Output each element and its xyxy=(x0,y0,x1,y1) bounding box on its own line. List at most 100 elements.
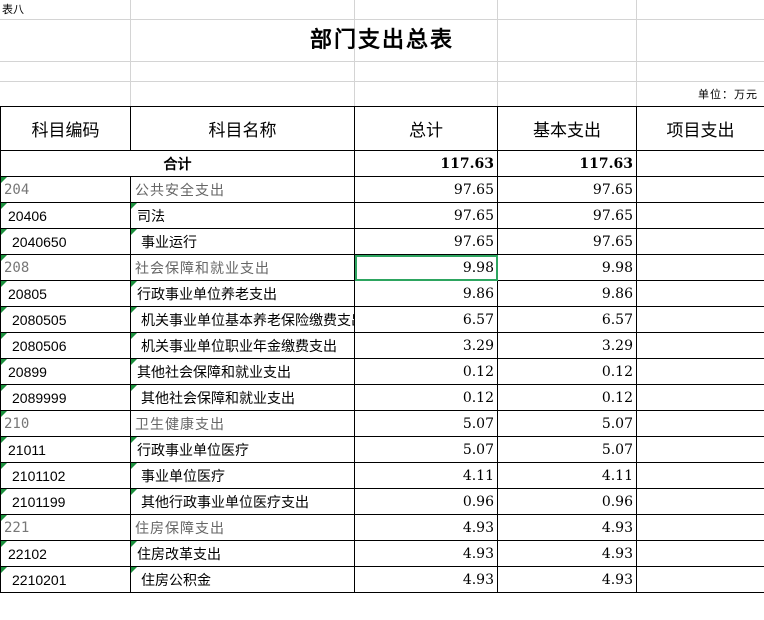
cell-marker-icon xyxy=(131,489,137,495)
name-cell[interactable]: 机关事业单位基本养老保险缴费支出 xyxy=(130,306,355,333)
total-cell[interactable]: 4.93 xyxy=(354,540,498,567)
basic-cell[interactable]: 4.93 xyxy=(497,514,637,541)
basic-cell[interactable]: 3.29 xyxy=(497,332,637,359)
total-cell-text: 9.98 xyxy=(462,259,494,276)
project-cell[interactable] xyxy=(636,436,764,463)
total-cell-total[interactable]: 117.63 xyxy=(354,150,498,177)
basic-cell[interactable]: 5.07 xyxy=(497,410,637,437)
name-cell[interactable]: 社会保障和就业支出 xyxy=(130,254,355,281)
name-cell[interactable]: 机关事业单位职业年金缴费支出 xyxy=(130,332,355,359)
total-cell-project[interactable] xyxy=(636,150,764,177)
basic-cell[interactable]: 4.11 xyxy=(497,462,637,489)
total-cell[interactable]: 0.12 xyxy=(354,358,498,385)
name-cell[interactable]: 司法 xyxy=(130,202,355,229)
page-title: 部门支出总表 xyxy=(309,27,454,53)
name-cell[interactable]: 卫生健康支出 xyxy=(130,410,355,437)
project-cell[interactable] xyxy=(636,306,764,333)
code-cell[interactable]: 2040650 xyxy=(0,228,131,255)
name-cell-text: 其他行政事业单位医疗支出 xyxy=(141,494,309,511)
total-cell[interactable]: 97.65 xyxy=(354,228,498,255)
name-cell[interactable]: 其他社会保障和就业支出 xyxy=(130,384,355,411)
name-cell[interactable]: 公共安全支出 xyxy=(130,176,355,203)
table-row: 22102 住房改革支出 4.93 4.93 xyxy=(0,540,764,567)
project-cell[interactable] xyxy=(636,410,764,437)
code-cell[interactable]: 2089999 xyxy=(0,384,131,411)
table-row: 21011 行政事业单位医疗 5.07 5.07 xyxy=(0,436,764,463)
project-cell[interactable] xyxy=(636,540,764,567)
total-cell[interactable]: 5.07 xyxy=(354,436,498,463)
project-cell[interactable] xyxy=(636,514,764,541)
project-cell[interactable] xyxy=(636,332,764,359)
basic-cell[interactable]: 0.12 xyxy=(497,358,637,385)
header-cell-name[interactable]: 科目名称 xyxy=(130,106,355,151)
total-cell[interactable]: 97.65 xyxy=(354,202,498,229)
basic-cell[interactable]: 97.65 xyxy=(497,202,637,229)
code-cell[interactable]: 221 xyxy=(0,514,131,541)
cell-marker-icon xyxy=(131,385,137,391)
code-cell[interactable]: 20805 xyxy=(0,280,131,307)
project-cell[interactable] xyxy=(636,254,764,281)
basic-cell[interactable]: 9.86 xyxy=(497,280,637,307)
project-cell[interactable] xyxy=(636,488,764,515)
project-cell[interactable] xyxy=(636,228,764,255)
header-cell-code[interactable]: 科目编码 xyxy=(0,106,131,151)
name-cell[interactable]: 事业单位医疗 xyxy=(130,462,355,489)
header-cell-project[interactable]: 项目支出 xyxy=(636,106,764,151)
code-cell[interactable]: 21011 xyxy=(0,436,131,463)
name-cell[interactable]: 住房改革支出 xyxy=(130,540,355,567)
basic-cell[interactable]: 97.65 xyxy=(497,176,637,203)
name-cell[interactable]: 其他行政事业单位医疗支出 xyxy=(130,488,355,515)
basic-cell[interactable]: 9.98 xyxy=(497,254,637,281)
project-cell[interactable] xyxy=(636,358,764,385)
table-row: 2080505 机关事业单位基本养老保险缴费支出 6.57 6.57 xyxy=(0,306,764,333)
basic-cell[interactable]: 97.65 xyxy=(497,228,637,255)
total-cell[interactable]: 0.96 xyxy=(354,488,498,515)
code-cell[interactable]: 2080505 xyxy=(0,306,131,333)
code-cell[interactable]: 22102 xyxy=(0,540,131,567)
code-cell[interactable]: 204 xyxy=(0,176,131,203)
project-cell[interactable] xyxy=(636,280,764,307)
total-cell[interactable]: 4.93 xyxy=(354,514,498,541)
basic-cell[interactable]: 4.93 xyxy=(497,566,637,593)
header-cell-basic[interactable]: 基本支出 xyxy=(497,106,637,151)
table-row: 20406 司法 97.65 97.65 xyxy=(0,202,764,229)
code-cell[interactable]: 2101199 xyxy=(0,488,131,515)
header-cell-total[interactable]: 总计 xyxy=(354,106,498,151)
total-cell[interactable]: 5.07 xyxy=(354,410,498,437)
name-cell[interactable]: 住房公积金 xyxy=(130,566,355,593)
total-cell[interactable]: 4.93 xyxy=(354,566,498,593)
basic-cell[interactable]: 6.57 xyxy=(497,306,637,333)
name-cell[interactable]: 行政事业单位医疗 xyxy=(130,436,355,463)
total-cell[interactable]: 6.57 xyxy=(354,306,498,333)
code-cell[interactable]: 20899 xyxy=(0,358,131,385)
basic-cell[interactable]: 0.12 xyxy=(497,384,637,411)
basic-cell[interactable]: 5.07 xyxy=(497,436,637,463)
code-cell[interactable]: 2080506 xyxy=(0,332,131,359)
name-cell[interactable]: 住房保障支出 xyxy=(130,514,355,541)
total-cell[interactable]: 9.98 xyxy=(354,254,498,281)
total-cell[interactable]: 3.29 xyxy=(354,332,498,359)
total-cell-basic[interactable]: 117.63 xyxy=(497,150,637,177)
project-cell[interactable] xyxy=(636,462,764,489)
total-cell[interactable]: 0.12 xyxy=(354,384,498,411)
code-cell[interactable]: 2210201 xyxy=(0,566,131,593)
name-cell-text: 其他社会保障和就业支出 xyxy=(141,390,295,407)
total-cell[interactable]: 9.86 xyxy=(354,280,498,307)
code-cell[interactable]: 2101102 xyxy=(0,462,131,489)
code-cell[interactable]: 208 xyxy=(0,254,131,281)
basic-cell[interactable]: 0.96 xyxy=(497,488,637,515)
total-label-cell[interactable]: 合计 xyxy=(0,150,355,177)
project-cell[interactable] xyxy=(636,176,764,203)
cell-marker-icon xyxy=(131,359,137,365)
name-cell[interactable]: 行政事业单位养老支出 xyxy=(130,280,355,307)
project-cell[interactable] xyxy=(636,384,764,411)
total-cell[interactable]: 4.11 xyxy=(354,462,498,489)
total-cell[interactable]: 97.65 xyxy=(354,176,498,203)
code-cell[interactable]: 210 xyxy=(0,410,131,437)
basic-cell[interactable]: 4.93 xyxy=(497,540,637,567)
code-cell[interactable]: 20406 xyxy=(0,202,131,229)
project-cell[interactable] xyxy=(636,202,764,229)
name-cell[interactable]: 其他社会保障和就业支出 xyxy=(130,358,355,385)
name-cell[interactable]: 事业运行 xyxy=(130,228,355,255)
project-cell[interactable] xyxy=(636,566,764,593)
